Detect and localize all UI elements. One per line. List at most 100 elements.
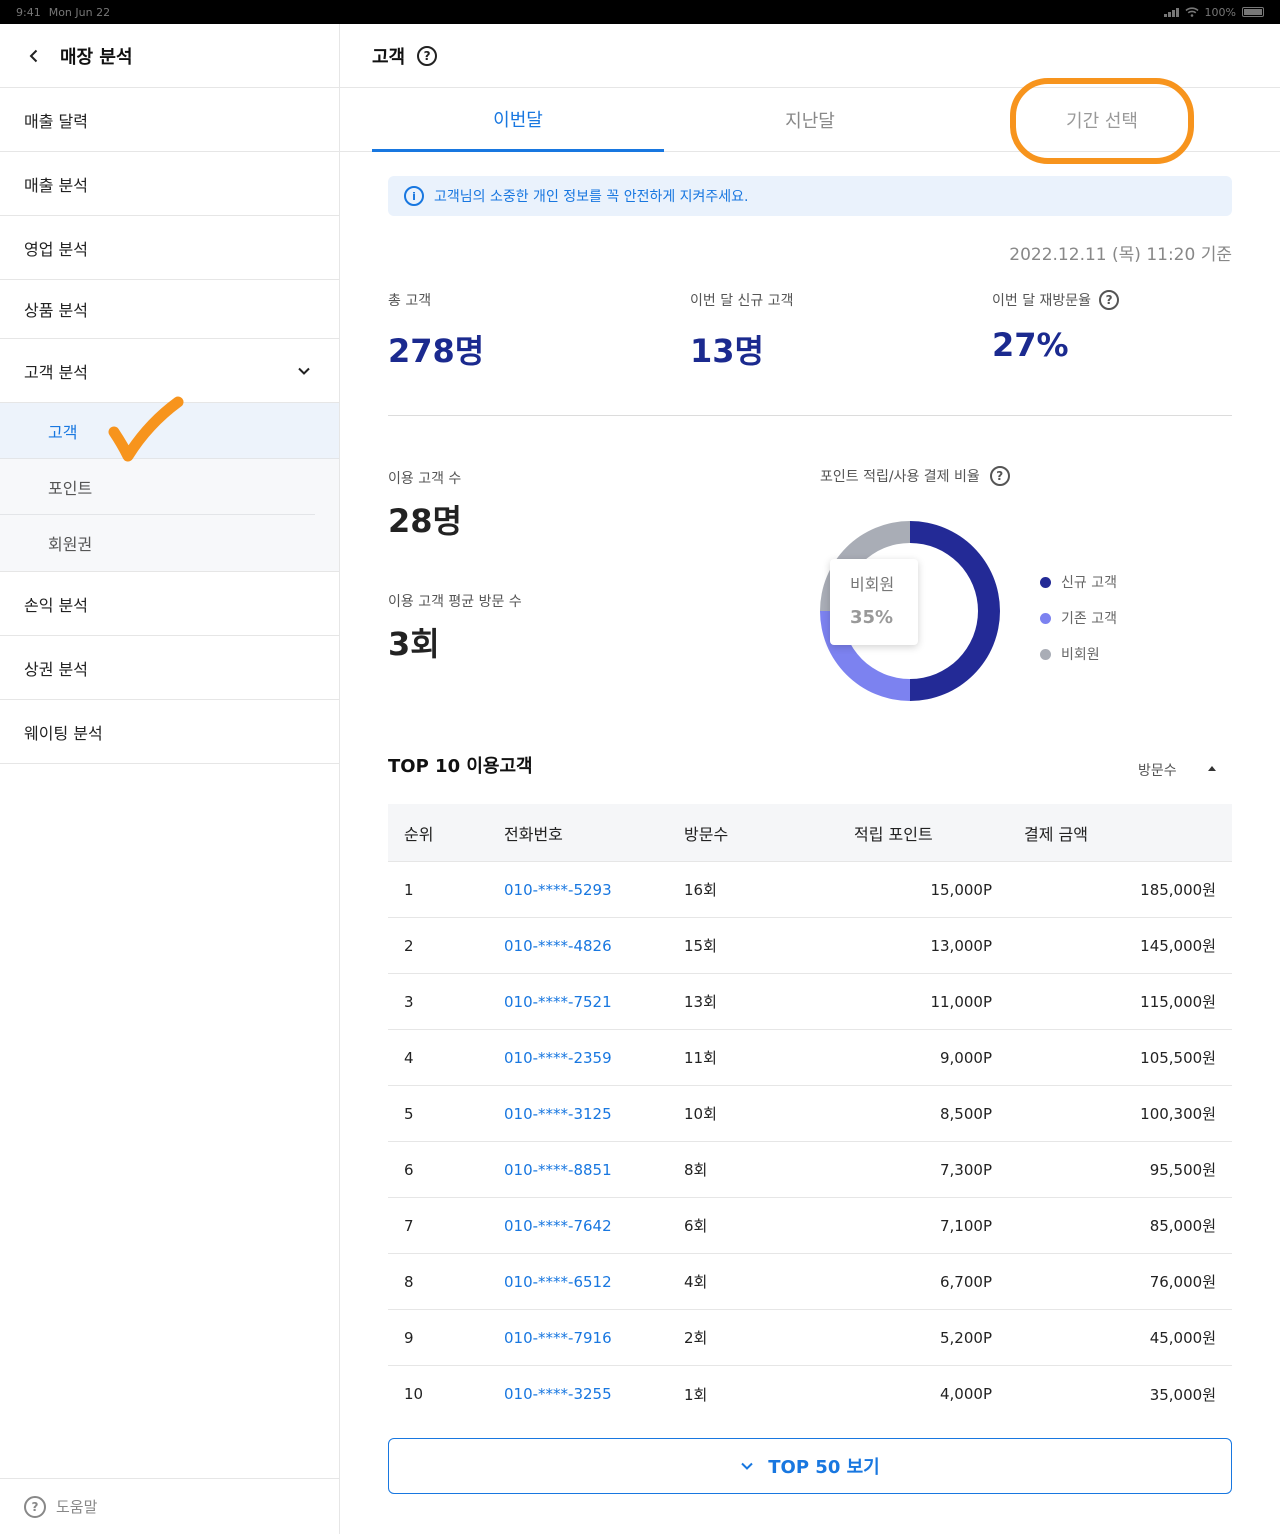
cell-phone[interactable]: 010-****-8851 — [504, 1161, 612, 1179]
cell-points: 4,000P — [940, 1385, 992, 1403]
cell-visits: 11회 — [684, 1049, 717, 1067]
highlight-annotation — [1010, 78, 1194, 164]
table-row: 1 010-****-5293 16회 15,000P 185,000원 — [388, 862, 1232, 918]
cell-amount: 145,000원 — [1140, 937, 1216, 955]
cell-phone[interactable]: 010-****-2359 — [504, 1049, 612, 1067]
data-timestamp: 2022.12.11 (목) 11:20 기준 — [1009, 245, 1232, 265]
legend-label: 신규 고객 — [1061, 575, 1117, 591]
cell-phone[interactable]: 010-****-4826 — [504, 937, 612, 955]
cell-visits: 2회 — [684, 1329, 708, 1347]
cell-phone[interactable]: 010-****-7916 — [504, 1329, 612, 1347]
cell-points: 11,000P — [930, 992, 992, 1011]
sidebar: 매장 분석 매출 달력 매출 분석 영업 분석 상품 분석 고객 분석 고객 포… — [0, 24, 340, 1534]
donut-segment-new[interactable] — [910, 521, 1000, 701]
cell-visits: 1회 — [684, 1385, 708, 1404]
legend-dot — [1040, 612, 1051, 624]
cell-points: 7,100P — [940, 1216, 992, 1235]
status-bar: 9:41 Mon Jun 22 100% — [0, 0, 1280, 24]
help-label: 도움말 — [56, 1498, 98, 1516]
header-visits: 방문수 — [684, 824, 729, 844]
cell-points: 6,700P — [940, 1272, 992, 1291]
cell-points: 8,500P — [940, 1104, 992, 1123]
cell-rank: 4 — [404, 1048, 414, 1067]
donut-title-text: 포인트 적립/사용 결제 비율 — [820, 469, 980, 485]
cell-amount: 115,000원 — [1140, 993, 1216, 1011]
help-icon[interactable]: ? — [417, 45, 438, 66]
table-row: 10 010-****-3255 1회 4,000P 35,000원 — [388, 1366, 1232, 1422]
sidebar-item-sales-analysis[interactable]: 매출 분석 — [0, 152, 339, 216]
info-icon: i — [404, 186, 424, 206]
sidebar-subitem-label: 회원권 — [48, 535, 93, 554]
help-link[interactable]: ? 도움말 — [0, 1478, 339, 1534]
top50-button-label: TOP 50 보기 — [768, 1457, 880, 1478]
cell-visits: 8회 — [684, 1161, 708, 1179]
chevron-down-icon — [298, 367, 310, 375]
back-button[interactable] — [24, 46, 44, 66]
divider — [388, 415, 1232, 416]
sidebar-subitem-membership[interactable]: 회원권 — [0, 515, 315, 571]
cell-phone[interactable]: 010-****-6512 — [504, 1273, 612, 1291]
cell-phone[interactable]: 010-****-3255 — [504, 1385, 612, 1403]
table-row: 4 010-****-2359 11회 9,000P 105,500원 — [388, 1030, 1232, 1086]
top10-title: TOP 10 이용고객 — [388, 756, 533, 777]
cell-amount: 35,000원 — [1149, 1385, 1216, 1404]
donut-title: 포인트 적립/사용 결제 비율 ? — [820, 466, 1010, 486]
cell-points: 7,300P — [940, 1160, 992, 1179]
cell-points: 15,000P — [930, 880, 992, 899]
stat-label: 총 고객 — [388, 293, 432, 309]
table-row: 7 010-****-7642 6회 7,100P 85,000원 — [388, 1198, 1232, 1254]
stat-new-customers: 이번 달 신규 고객 13명 — [690, 290, 794, 372]
stat-value: 278명 — [388, 332, 485, 370]
sidebar-subitem-label: 고객 — [48, 422, 78, 442]
sidebar-subitem-label: 포인트 — [48, 478, 93, 498]
sidebar-title: 매장 분석 — [60, 46, 133, 68]
stat-label: 이번 달 재방문율 — [992, 293, 1092, 309]
legend-dot — [1040, 576, 1051, 588]
sidebar-item-business-analysis[interactable]: 영업 분석 — [0, 216, 339, 280]
sidebar-item-label: 매출 달력 — [24, 111, 88, 131]
header-points: 적립 포인트 — [854, 824, 933, 844]
sidebar-item-product-analysis[interactable]: 상품 분석 — [0, 280, 339, 339]
tab-this-month[interactable]: 이번달 — [372, 88, 664, 152]
sidebar-item-trade-area-analysis[interactable]: 상권 분석 — [0, 636, 339, 700]
cell-visits: 10회 — [684, 1105, 717, 1123]
caret-up-icon[interactable] — [1208, 766, 1216, 771]
cell-rank: 1 — [404, 880, 414, 899]
stat-value: 27% — [992, 326, 1069, 364]
sidebar-item-sales-calendar[interactable]: 매출 달력 — [0, 88, 339, 152]
sidebar-item-label: 영업 분석 — [24, 239, 88, 259]
sidebar-item-profit-analysis[interactable]: 손익 분석 — [0, 572, 339, 636]
table-row: 3 010-****-7521 13회 11,000P 115,000원 — [388, 974, 1232, 1030]
avg-visits-label: 이용 고객 평균 방문 수 — [388, 594, 522, 610]
tab-last-month[interactable]: 지난달 — [664, 88, 956, 152]
cell-phone[interactable]: 010-****-7521 — [504, 993, 612, 1011]
top50-button[interactable]: TOP 50 보기 — [388, 1438, 1232, 1494]
legend-item-nonmember: 비회원 — [1040, 636, 1117, 672]
help-icon[interactable]: ? — [989, 466, 1010, 486]
cell-visits: 6회 — [684, 1217, 708, 1235]
cell-phone[interactable]: 010-****-5293 — [504, 881, 612, 899]
donut-tooltip: 비회원 35% — [830, 559, 918, 645]
cell-points: 9,000P — [940, 1048, 992, 1067]
usage-customers-value: 28명 — [388, 502, 462, 540]
sidebar-item-label: 손익 분석 — [24, 595, 88, 615]
cell-rank: 10 — [404, 1385, 424, 1403]
stat-value: 13명 — [690, 332, 764, 370]
cell-phone[interactable]: 010-****-7642 — [504, 1217, 612, 1235]
stat-revisit-rate: 이번 달 재방문율? 27% — [992, 290, 1120, 364]
help-icon[interactable]: ? — [1099, 290, 1120, 310]
main-content: 고객 ? 이번달 지난달 기간 선택 i 고객님의 소중한 개인 정보를 꼭 안… — [340, 24, 1280, 1534]
sort-dropdown[interactable]: 방문수 — [1138, 760, 1177, 780]
cell-points: 13,000P — [930, 936, 992, 955]
period-tabs: 이번달 지난달 기간 선택 — [340, 78, 1280, 164]
cell-phone[interactable]: 010-****-3125 — [504, 1105, 612, 1123]
cell-amount: 85,000원 — [1149, 1217, 1216, 1235]
cell-amount: 95,500원 — [1149, 1161, 1216, 1179]
table-row: 6 010-****-8851 8회 7,300P 95,500원 — [388, 1142, 1232, 1198]
table-row: 5 010-****-3125 10회 8,500P 100,300원 — [388, 1086, 1232, 1142]
tab-label: 이번달 — [493, 109, 543, 131]
sidebar-item-waiting-analysis[interactable]: 웨이팅 분석 — [0, 700, 339, 764]
cell-rank: 6 — [404, 1160, 414, 1179]
legend-dot — [1040, 648, 1051, 660]
avg-visits-value: 3회 — [388, 625, 440, 663]
